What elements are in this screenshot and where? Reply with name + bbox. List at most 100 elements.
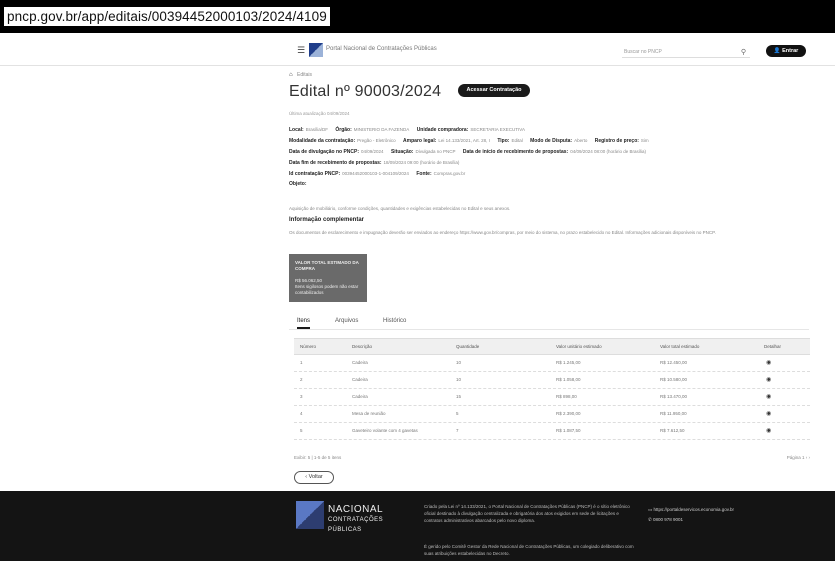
pagination-controls[interactable]: Página 1 ‹ › [787,455,810,460]
field-label: Modalidade da contratação: [289,138,356,144]
table-row: 3 Cadeira 15 R$ 898,00 R$ 13.470,00 ◉ [294,389,810,406]
field-value: 04/09/2024 08:00 (horário de Brasília) [570,149,646,154]
cell-quantity: 15 [456,394,462,399]
field-value: Brasília/DF [305,127,328,132]
field-value: 18/09/2024 09:00 (horário de Brasília) [383,160,460,165]
back-button[interactable]: ‹ Voltar [294,471,334,484]
field-label: Local: [289,127,304,133]
table-row: 2 Cadeira 10 R$ 1.058,00 R$ 10.580,00 ◉ [294,372,810,389]
detail-row: Data fim de recebimento de propostas: 18/… [289,157,809,168]
back-label: Voltar [308,474,323,480]
cell-number: 2 [300,377,303,382]
pncp-logo[interactable] [309,43,323,57]
edital-details: Local: Brasília/DF Órgão: MINISTERIO DA FA… [289,124,809,190]
col-header[interactable]: Valor unitário estimado [556,344,602,349]
field-value: MINISTERIO DA FAZENDA [353,127,410,132]
field-label: Id contratação PNCP: [289,171,341,177]
field-label: Situação: [390,149,414,155]
cell-unit-value: R$ 2.390,00 [556,411,581,416]
url-text[interactable]: pncp.gov.br/app/editais/00394452000103/2… [4,7,330,26]
field-label: Data de início de recebimento de propost… [462,149,569,155]
breadcrumb-current[interactable]: Editais [297,72,312,78]
cell-quantity: 5 [456,411,459,416]
field-value: Edital [511,138,523,143]
pagination: Exibir: 5 | 1-5 de 5 itens Página 1 ‹ › [294,452,810,464]
field-label: Tipo: [497,138,510,144]
eye-icon[interactable]: ◉ [766,359,771,366]
footer-logo-line2: CONTRATAÇÕES [328,517,384,523]
tab-arquivos[interactable]: Arquivos [335,318,358,324]
field-value: Sim [640,138,649,143]
tab-bar: Itens Arquivos Histórico [289,316,809,330]
cell-unit-value: R$ 1.058,00 [556,377,581,382]
menu-icon[interactable]: ☰ [297,45,305,56]
footer-logo-line3: PÚBLICAS [328,527,362,533]
col-header: Detalhar [764,344,782,349]
footer-contact-link[interactable]: https://portaldeservicos.economia.gov.br [654,507,734,512]
table-row: 5 Gaveteiro volante com 4 gavetas 7 R$ 1… [294,423,810,440]
search-icon[interactable]: ⚲ [741,47,746,58]
field-value: SECRETARIA EXECUTIVA [470,127,525,132]
portal-title[interactable]: Portal Nacional de Contratações Públicas [326,46,437,52]
eye-icon[interactable]: ◉ [766,393,771,400]
access-contract-button[interactable]: Acessar Contratação [458,84,530,97]
back-arrow-icon: ‹ [305,474,308,480]
home-icon[interactable]: ⌂ [289,72,293,78]
field-value: 04/09/2024 [361,149,384,154]
info-text: Os documentos de esclarecimento e impugn… [289,230,716,235]
field-value: Divulgada no PNCP [415,149,456,154]
footer-logo-line1: NACIONAL [328,504,384,515]
field-label: Órgão: [335,127,352,133]
cell-description: Mesa de reunião [352,411,386,416]
eye-icon[interactable]: ◉ [766,427,771,434]
field-label: Registro de preço: [594,138,639,144]
eye-icon[interactable]: ◉ [766,376,771,383]
field-label: Data de divulgação no PNCP: [289,149,360,155]
field-label: Data fim de recebimento de propostas: [289,160,382,166]
cell-total-value: R$ 11.950,00 [660,411,687,416]
detail-row: Local: Brasília/DF Órgão: MINISTERIO DA FA… [289,124,809,135]
col-header[interactable]: Quantidade [456,344,479,349]
eye-icon[interactable]: ◉ [766,410,771,417]
cell-unit-value: R$ 1.245,00 [556,360,581,365]
col-header[interactable]: Descrição [352,344,372,349]
field-value: 00394452000103-1-004109/2024 [342,171,409,176]
tab-itens[interactable]: Itens [297,318,311,329]
total-value-card: VALOR TOTAL ESTIMADO DA COMPRA R$ 56.062… [289,254,367,302]
field-label: Fonte: [416,171,432,177]
field-label: Unidade compradora: [416,127,469,133]
cell-quantity: 10 [456,360,462,365]
cell-total-value: R$ 10.580,00 [660,377,688,382]
detail-row: Modalidade da contratação: Pregão - Eletr… [289,135,809,146]
cell-description: Cadeira [352,394,368,399]
col-header[interactable]: Valor total estimado [660,344,699,349]
cell-description: Cadeira [352,377,368,382]
table-header: Número Descrição Quantidade Valor unitár… [294,338,810,355]
cell-number: 5 [300,428,303,433]
cell-description: Cadeira [352,360,368,365]
cell-number: 1 [300,360,303,365]
login-label: Entrar [782,48,799,54]
footer-logo-text: NACIONAL CONTRATAÇÕES PÚBLICAS [328,505,383,535]
field-value: Lei 14.133/2021, Art. 28, I [438,138,490,143]
tab-historico[interactable]: Histórico [383,318,406,324]
search-placeholder: Buscar no PNCP [624,49,662,55]
objeto-value: Aquisição de mobiliário, conforme condiç… [289,206,511,211]
footer-logo-mark [296,501,324,529]
pagination-info[interactable]: Exibir: 5 | 1-5 de 5 itens [294,455,341,460]
info-title: Informação complementar [289,217,365,223]
browser-address-bar: pncp.gov.br/app/editais/00394452000103/2… [0,0,835,33]
breadcrumb: ⌂ Editais [289,72,312,78]
footer-contact-phone[interactable]: 0800 978 9001 [653,517,683,522]
last-update-text: Última atualização 04/09/2024 [289,111,350,116]
detail-row: Objeto: [289,179,809,190]
field-label: Modo de Disputa: [530,138,573,144]
cell-unit-value: R$ 898,00 [556,394,577,399]
page-title: Edital nº 90003/2024 [289,83,442,100]
login-button[interactable]: 👤 Entrar [766,45,806,57]
objeto-label: Objeto: [289,181,307,187]
col-header[interactable]: Número [300,344,316,349]
search-input[interactable]: Buscar no PNCP ⚲ [622,47,750,58]
cell-total-value: R$ 7.612,50 [660,428,685,433]
field-value: Aberto [574,138,588,143]
